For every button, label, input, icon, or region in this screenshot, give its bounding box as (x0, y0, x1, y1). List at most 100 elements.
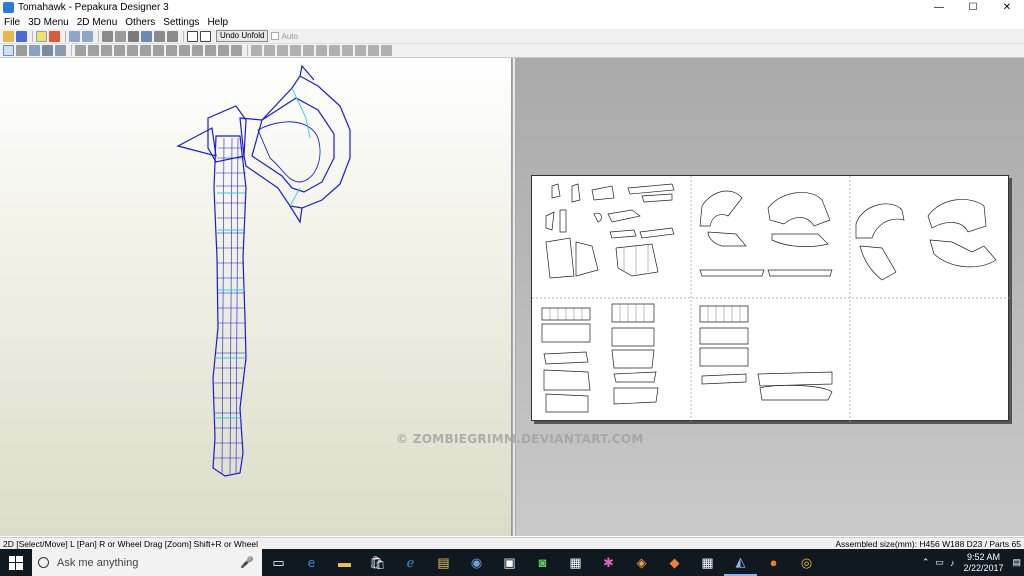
blender-icon[interactable]: ◈ (625, 549, 658, 576)
status-size-text: Assembled size(mm): H456 W188 D23 / Part… (835, 538, 1021, 549)
toolbar-2d (0, 44, 1024, 58)
flap-icon[interactable] (154, 30, 165, 42)
window-icon[interactable] (187, 30, 198, 42)
align-icon[interactable] (251, 45, 262, 56)
status-bar: 2D [Select/Move] L [Pan] R or Wheel Drag… (0, 537, 1024, 549)
tomahawk-3d-model[interactable] (0, 58, 512, 536)
notification-icon[interactable]: ▤ (1012, 557, 1021, 568)
chrome-icon[interactable]: ◎ (790, 549, 823, 576)
align-icon[interactable] (277, 45, 288, 56)
tool-icon[interactable] (114, 45, 125, 56)
tool-icon[interactable] (140, 45, 151, 56)
tool-icon[interactable] (192, 45, 203, 56)
move-icon[interactable] (29, 45, 40, 56)
toolbar-divider (98, 30, 99, 42)
toolbar-main: Undo Unfold Auto (0, 29, 1024, 44)
files-icon[interactable]: ▤ (427, 549, 460, 576)
store-icon[interactable]: 🛍 (361, 549, 394, 576)
rotate-part-icon[interactable] (167, 30, 178, 42)
art-icon[interactable]: ◆ (658, 549, 691, 576)
menu-help[interactable]: Help (203, 17, 232, 28)
edge-select-icon[interactable] (16, 45, 27, 56)
select-icon[interactable] (3, 45, 14, 56)
align-icon[interactable] (290, 45, 301, 56)
pattern-sheet[interactable] (531, 175, 1010, 422)
menu-settings[interactable]: Settings (159, 17, 203, 28)
microphone-icon[interactable]: 🎤 (240, 556, 254, 569)
tool-icon[interactable] (166, 45, 177, 56)
word-icon[interactable]: ◉ (460, 549, 493, 576)
close-button[interactable]: ✕ (990, 0, 1024, 15)
toolbar-divider (32, 30, 33, 42)
open-icon[interactable] (3, 30, 14, 42)
align-icon[interactable] (329, 45, 340, 56)
auto-checkbox-label: Auto (281, 31, 298, 41)
tool-icon[interactable] (205, 45, 216, 56)
cortana-search-box[interactable]: Ask me anything 🎤 (32, 549, 262, 576)
pepakura-icon[interactable]: ◭ (724, 549, 757, 576)
auto-checkbox[interactable]: Auto (271, 31, 298, 41)
lightbulb-icon[interactable] (36, 30, 47, 42)
menu-file[interactable]: File (0, 17, 24, 28)
pepakura-app-icon (3, 2, 14, 13)
firefox-icon[interactable]: ● (757, 549, 790, 576)
align-icon[interactable] (264, 45, 275, 56)
minimize-button[interactable]: — (922, 0, 956, 15)
clock[interactable]: 9:52 AM 2/22/2017 (963, 552, 1003, 574)
unfolded-parts-layout[interactable] (532, 176, 1010, 422)
menu-3d[interactable]: 3D Menu (24, 17, 73, 28)
tool-icon[interactable] (101, 45, 112, 56)
maximize-button[interactable]: ☐ (956, 0, 990, 15)
align-icon[interactable] (303, 45, 314, 56)
network-icon[interactable]: ▭ (935, 557, 944, 568)
menu-bar: File 3D Menu 2D Menu Others Settings Hel… (0, 15, 1024, 29)
search-placeholder: Ask me anything (57, 556, 139, 569)
align-icon[interactable] (368, 45, 379, 56)
tool-icon[interactable] (88, 45, 99, 56)
align-icon[interactable] (381, 45, 392, 56)
tool-icon[interactable] (179, 45, 190, 56)
file-explorer-icon[interactable]: ▬ (328, 549, 361, 576)
tool-icon[interactable] (231, 45, 242, 56)
media-icon[interactable]: ▦ (559, 549, 592, 576)
align-icon[interactable] (342, 45, 353, 56)
tool-icon[interactable] (127, 45, 138, 56)
fold-icon[interactable] (42, 45, 53, 56)
toolbar-divider (71, 45, 72, 56)
save-icon[interactable] (16, 30, 27, 42)
cut-icon[interactable] (115, 30, 126, 42)
calculator-icon[interactable]: ▦ (691, 549, 724, 576)
tool-icon[interactable] (153, 45, 164, 56)
tray-chevron-icon[interactable]: ⌃ (922, 557, 930, 568)
volume-icon[interactable]: ♪ (950, 558, 955, 568)
auto-checkbox-box[interactable] (271, 32, 280, 40)
rotate-left-icon[interactable] (69, 30, 80, 42)
status-mode-text: 2D [Select/Move] L [Pan] R or Wheel Drag… (3, 538, 259, 549)
toolbar-divider (247, 45, 248, 56)
green-app-icon[interactable]: ◙ (526, 549, 559, 576)
paint-icon[interactable]: ✱ (592, 549, 625, 576)
menu-others[interactable]: Others (121, 17, 159, 28)
windows-logo-icon (9, 555, 23, 570)
align-icon[interactable] (316, 45, 327, 56)
start-button[interactable] (0, 549, 32, 576)
rotate-right-icon[interactable] (82, 30, 93, 42)
task-view-icon[interactable]: ▭ (262, 549, 295, 576)
edge-icon[interactable]: e (295, 549, 328, 576)
anchor-icon[interactable] (141, 30, 152, 42)
align-icon[interactable] (355, 45, 366, 56)
window2-icon[interactable] (200, 30, 211, 42)
flip-icon[interactable] (55, 45, 66, 56)
toolbar-divider (183, 30, 184, 42)
tool-icon[interactable] (218, 45, 229, 56)
taskbar: Ask me anything 🎤 ▭ e ▬ 🛍 ℯ ▤ ◉ ▣ ◙ ▦ ✱ … (0, 549, 1024, 576)
join-icon[interactable] (128, 30, 139, 42)
3d-view-pane[interactable] (0, 58, 512, 536)
app-icon[interactable]: ▣ (493, 549, 526, 576)
grid-icon[interactable] (75, 45, 86, 56)
menu-2d[interactable]: 2D Menu (73, 17, 122, 28)
ie-icon[interactable]: ℯ (394, 549, 427, 576)
texture-icon[interactable] (49, 30, 60, 42)
pencil-icon[interactable] (102, 30, 113, 42)
undo-unfold-button[interactable]: Undo Unfold (216, 30, 269, 42)
